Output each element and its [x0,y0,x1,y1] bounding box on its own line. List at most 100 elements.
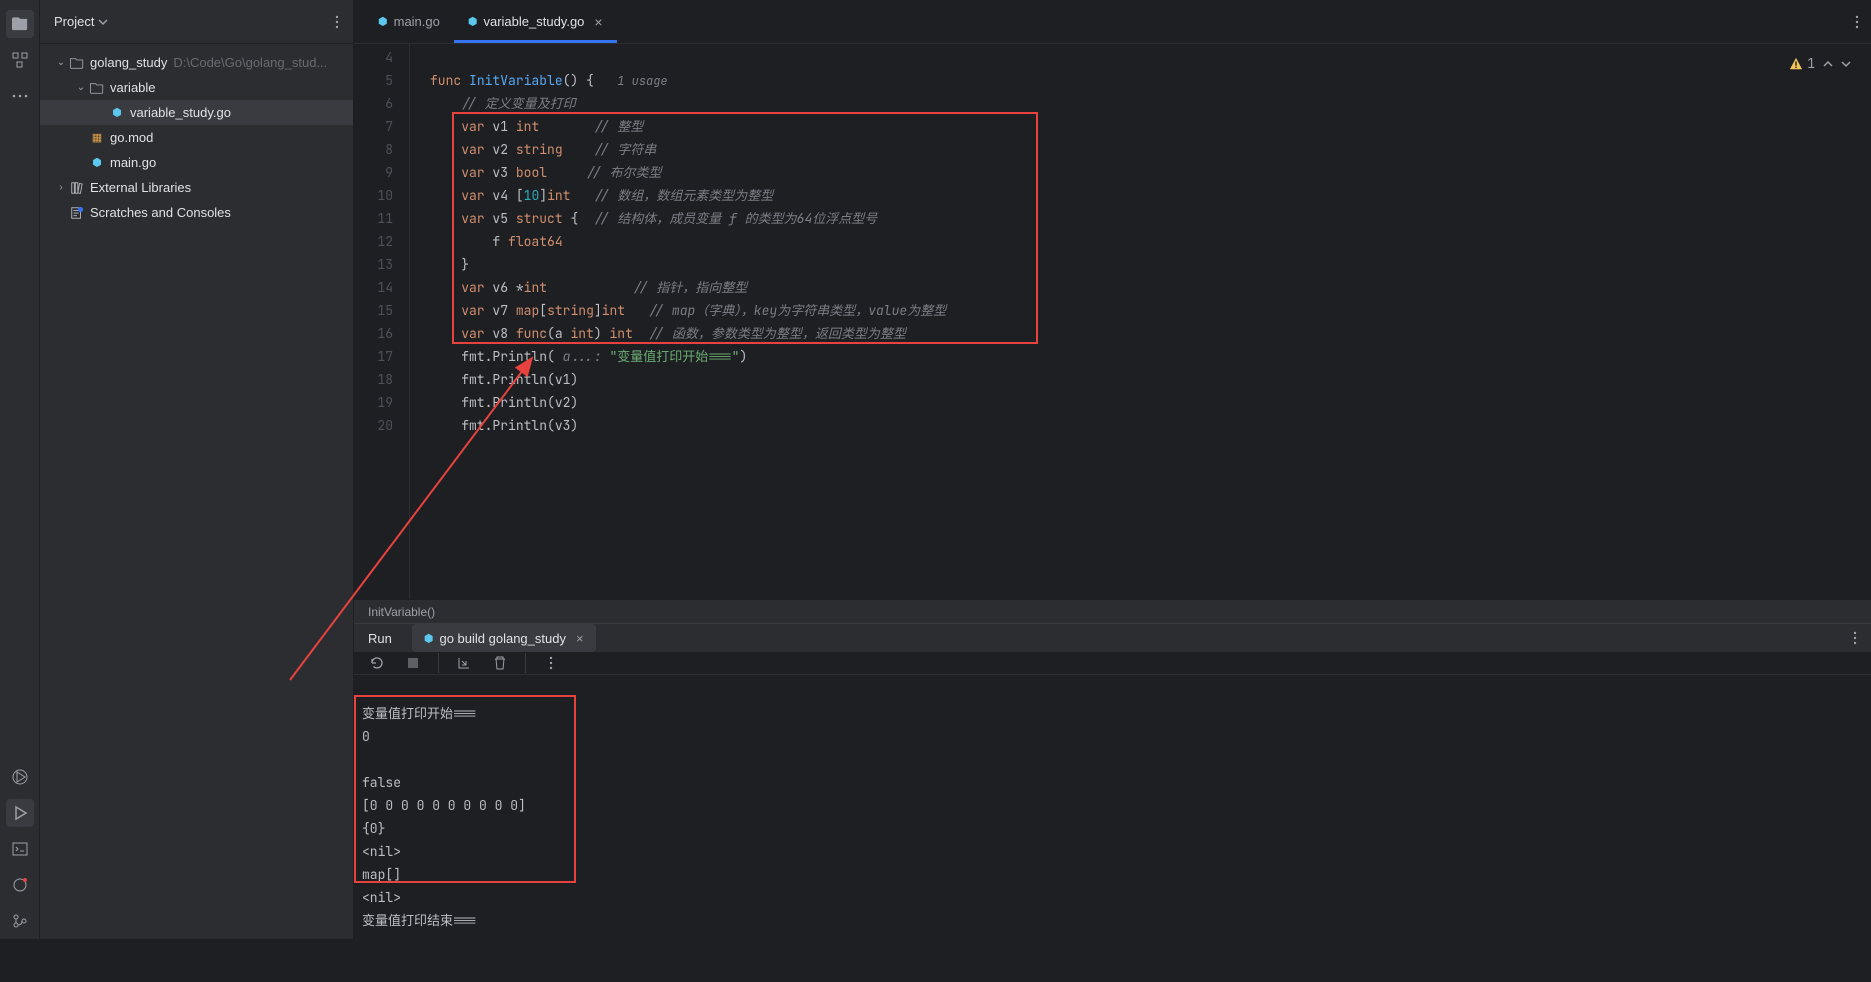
line-number: 12 [354,230,393,253]
close-icon[interactable]: × [594,14,602,30]
code-line: var v6 *int // 指针，指向整型 [410,276,1871,299]
line-number: 5 [354,69,393,92]
run-panel-title: Run [368,631,392,646]
tree-external-libraries[interactable]: › External Libraries [40,175,353,200]
tab-main-go[interactable]: ⬢ main.go [364,0,454,43]
code-area[interactable]: 1 func InitVariable() { 1 usage // 定义变量及… [410,44,1871,599]
nav-down-icon[interactable] [1841,59,1851,69]
run-tab-label: go build golang_study [439,631,566,646]
services-tool-icon[interactable] [6,763,34,791]
library-icon [68,181,86,195]
line-number: 7 [354,115,393,138]
console-line: 0 [362,728,370,745]
kebab-icon[interactable] [335,14,339,30]
line-number: 15 [354,299,393,322]
clear-all-button[interactable] [489,652,511,674]
code-line: // 定义变量及打印 [410,92,1871,115]
mod-file-icon: ▦ [88,131,106,144]
tab-variable-study[interactable]: ⬢ variable_study.go × [454,0,617,43]
run-toolbar [354,652,1871,675]
line-number: 9 [354,161,393,184]
console-line: [0 0 0 0 0 0 0 0 0 0] [362,797,526,814]
right-area: ⬢ main.go ⬢ variable_study.go × 4 [354,0,1871,939]
tree-root-label: golang_study [90,55,167,70]
project-header: Project [40,0,353,44]
vcs-tool-icon[interactable] [6,907,34,935]
more-actions-button[interactable] [540,652,562,674]
code-line: fmt.Println( a...: "变量值打印开始===") [410,345,1871,368]
folder-icon [68,56,86,70]
separator [438,653,439,673]
go-file-icon: ⬢ [108,106,126,119]
tab-label: main.go [394,14,440,29]
warning-icon [1789,57,1803,71]
code-line: fmt.Println(v1) [410,368,1871,391]
run-tool-icon[interactable] [6,799,34,827]
console-line: 变量值打印开始=== [362,705,476,722]
code-line: var v5 struct { // 结构体，成员变量 f 的类型为64位浮点型… [410,207,1871,230]
line-number: 4 [354,46,393,69]
run-panel: Run ⬢ go build golang_study × [354,623,1871,939]
code-line: var v4 [10]int // 数组，数组元素类型为整型 [410,184,1871,207]
warning-indicator[interactable]: 1 [1789,52,1851,75]
line-number: 20 [354,414,393,437]
close-icon[interactable]: × [576,631,584,646]
code-line: fmt.Println(v2) [410,391,1871,414]
run-config-tab[interactable]: ⬢ go build golang_study × [412,624,596,652]
go-file-icon: ⬢ [88,156,106,169]
code-line: var v7 map[string]int // map（字典），key为字符串… [410,299,1871,322]
tree-file-variable-study[interactable]: ⬢ variable_study.go [40,100,353,125]
chevron-right-icon: › [54,182,68,193]
tree-file-label: go.mod [110,130,153,145]
project-title: Project [54,14,94,29]
line-number: 17 [354,345,393,368]
structure-tool-icon[interactable] [6,46,34,74]
rerun-button[interactable] [366,652,388,674]
line-number: 18 [354,368,393,391]
go-run-icon: ⬢ [424,632,434,645]
line-number: 11 [354,207,393,230]
problems-tool-icon[interactable] [6,871,34,899]
line-number: 10 [354,184,393,207]
tree-scratches-label: Scratches and Consoles [90,205,231,220]
code-line: var v1 int // 整型 [410,115,1871,138]
code-line: var v2 string // 字符串 [410,138,1871,161]
stop-button[interactable] [402,652,424,674]
tree-scratches[interactable]: Scratches and Consoles [40,200,353,225]
project-tool-icon[interactable] [6,10,34,38]
breadcrumb-item[interactable]: InitVariable() [368,605,435,619]
line-number: 14 [354,276,393,299]
tree-file-maingo[interactable]: ⬢ main.go [40,150,353,175]
code-line: func InitVariable() { 1 usage [410,69,1871,92]
editor-tabs: ⬢ main.go ⬢ variable_study.go × [354,0,1871,44]
project-tree: ⌄ golang_study D:\Code\Go\golang_stud...… [40,44,353,231]
console-output[interactable]: 变量值打印开始=== 0 false [0 0 0 0 0 0 0 0 0 0]… [354,675,1871,982]
tree-file-gomod[interactable]: ▦ go.mod [40,125,353,150]
kebab-icon[interactable] [1853,630,1857,646]
console-line: <nil> [362,843,401,860]
console-line: false [362,774,401,791]
editor-section: ⬢ main.go ⬢ variable_study.go × 4 [354,0,1871,623]
more-tool-icon[interactable] [6,82,34,110]
code-line: fmt.Println(v3) [410,414,1871,437]
tree-folder-variable[interactable]: ⌄ variable [40,75,353,100]
code-line: var v8 func(a int) int // 函数，参数类型为整型，返回类… [410,322,1871,345]
kebab-icon[interactable] [1855,14,1859,30]
chevron-down-icon: ⌄ [54,57,68,68]
nav-up-icon[interactable] [1823,59,1833,69]
console-line: <nil> [362,889,401,906]
tree-root[interactable]: ⌄ golang_study D:\Code\Go\golang_stud... [40,50,353,75]
code-line: f float64 [410,230,1871,253]
tree-folder-label: variable [110,80,156,95]
breadcrumb-bar: InitVariable() [354,599,1871,623]
chevron-down-icon: ⌄ [74,82,88,93]
scratch-icon [68,206,86,220]
separator [525,653,526,673]
editor-body: 4 5 6 7 8 9 10 11 12 13 14 15 16 17 18 1… [354,44,1871,599]
line-number: 19 [354,391,393,414]
terminal-tool-icon[interactable] [6,835,34,863]
code-line: var v3 bool // 布尔类型 [410,161,1871,184]
scroll-to-end-button[interactable] [453,652,475,674]
chevron-down-icon[interactable] [98,17,108,27]
tree-file-label: variable_study.go [130,105,231,120]
